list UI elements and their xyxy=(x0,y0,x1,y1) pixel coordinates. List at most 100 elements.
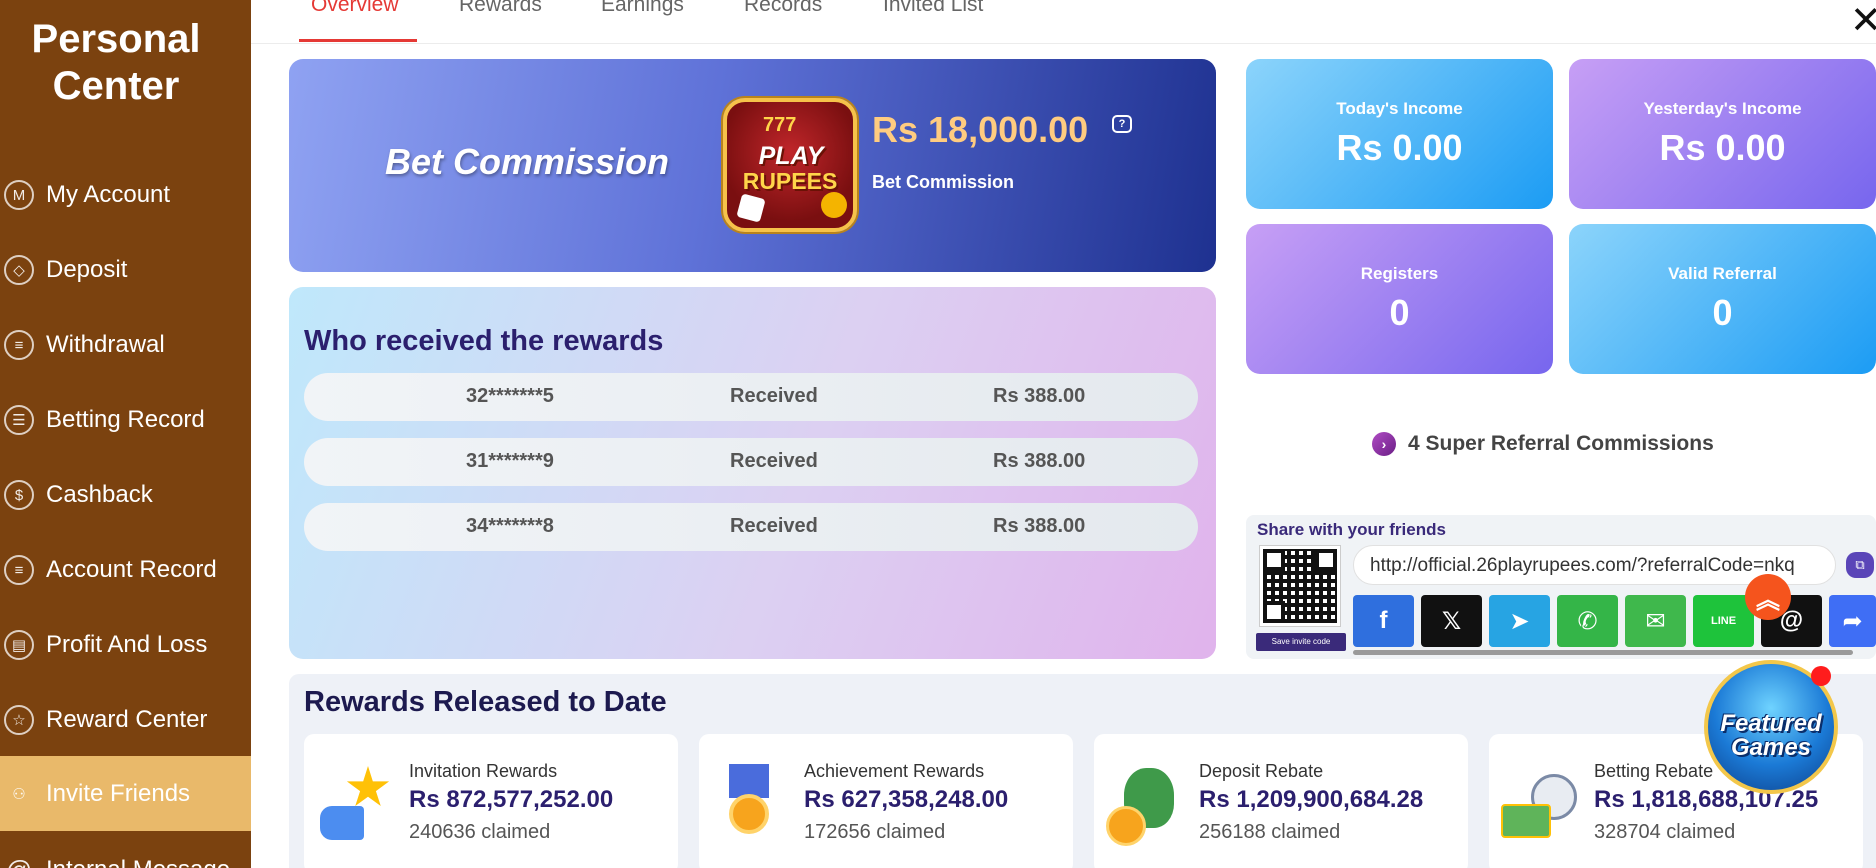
sidebar-item-cashback[interactable]: $ Cashback xyxy=(0,464,251,526)
stat-yesterdays-income: Yesterday's Income Rs 0.00 xyxy=(1569,59,1876,209)
sidebar-item-profit-and-loss[interactable]: ▤ Profit And Loss xyxy=(0,614,251,676)
featured-games-label: Featured Games xyxy=(1720,710,1822,761)
reward-card-deposit-rebate: Deposit Rebate Rs 1,209,900,684.28 25618… xyxy=(1094,734,1468,868)
sidebar-item-label: Invite Friends xyxy=(46,779,191,807)
soccer-ball-cash-icon xyxy=(1497,762,1583,848)
sidebar-item-label: Betting Record xyxy=(46,406,205,433)
tab-overview[interactable]: Overview xyxy=(299,0,417,42)
withdrawal-icon: ≡ xyxy=(4,330,34,360)
reward-amount: Rs 627,358,248.00 xyxy=(804,786,1009,813)
row-amount: Rs 388.00 xyxy=(993,515,1086,537)
sidebar-item-internal-message[interactable]: @ Internal Message xyxy=(0,839,251,868)
stat-value: 0 xyxy=(1712,292,1733,333)
tab-records[interactable]: Records xyxy=(744,0,822,42)
sidebar-item-withdrawal[interactable]: ≡ Withdrawal xyxy=(0,314,251,376)
tab-rewards[interactable]: Rewards xyxy=(459,0,542,42)
sidebar-title: Personal Center xyxy=(31,17,201,108)
share-icon[interactable]: ➦ xyxy=(1829,595,1876,647)
whatsapp-icon[interactable]: ✆ xyxy=(1557,595,1618,647)
reward-label: Invitation Rewards xyxy=(409,761,558,781)
stat-todays-income: Today's Income Rs 0.00 xyxy=(1246,59,1553,209)
row-status: Received xyxy=(730,515,818,537)
deposit-icon: ◇ xyxy=(4,255,34,285)
play-rupees-logo: 777 PLAY RUPEES xyxy=(723,98,857,232)
stat-value: Rs 0.00 xyxy=(1336,127,1463,168)
star-hand-icon xyxy=(312,762,398,848)
reward-card-achievement: Achievement Rewards Rs 627,358,248.00 17… xyxy=(699,734,1073,868)
rewards-released-section: Rewards Released to Date Invitation Rewa… xyxy=(289,674,1876,868)
stat-label: Valid Referral xyxy=(1668,264,1777,283)
reward-card-invitation: Invitation Rewards Rs 872,577,252.00 240… xyxy=(304,734,678,868)
money-bag-icon: $ xyxy=(4,480,34,510)
stat-label: Registers xyxy=(1360,264,1439,283)
reward-amount: Rs 872,577,252.00 xyxy=(409,786,614,813)
at-sign-icon: @ xyxy=(4,855,34,868)
record-icon: ≡ xyxy=(4,555,34,585)
sidebar-item-label: Cashback xyxy=(46,481,153,508)
tab-invited-list[interactable]: Invited List xyxy=(883,0,983,42)
row-user: 32*******5 xyxy=(466,385,554,407)
stat-value: Rs 0.00 xyxy=(1659,127,1786,168)
clipboard-icon: ☰ xyxy=(4,405,34,435)
sms-icon[interactable]: ✉ xyxy=(1625,595,1686,647)
sidebar-item-deposit[interactable]: ◇ Deposit xyxy=(0,239,251,301)
sidebar-item-label: Withdrawal xyxy=(46,331,165,358)
save-invite-code-button[interactable]: Save invite code xyxy=(1256,633,1346,651)
dice-icon xyxy=(736,193,766,223)
stat-registers: Registers 0 xyxy=(1246,224,1553,374)
star-icon: ☆ xyxy=(4,705,34,735)
super-referral-label: 4 Super Referral Commissions xyxy=(1408,432,1714,455)
help-icon[interactable]: ? xyxy=(1112,115,1132,133)
reward-claimed: 172656 claimed xyxy=(804,821,946,843)
close-icon[interactable]: ✕ xyxy=(1850,0,1876,43)
stat-label: Yesterday's Income xyxy=(1643,99,1802,118)
sidebar-item-reward-center[interactable]: ☆ Reward Center xyxy=(0,689,251,751)
reward-label: Betting Rebate xyxy=(1594,761,1714,781)
share-scrollbar[interactable] xyxy=(1353,650,1853,655)
sidebar: Personal Center M My Account ◇ Deposit ≡… xyxy=(0,0,251,868)
rewards-received-title: Who received the rewards xyxy=(304,325,664,357)
sidebar-item-invite-friends[interactable]: ⚇ Invite Friends xyxy=(0,756,251,831)
telegram-icon[interactable]: ➤ xyxy=(1489,595,1550,647)
medal-icon xyxy=(707,762,793,848)
bet-commission-amount: Rs 18,000.00 xyxy=(872,109,1089,150)
row-user: 34*******8 xyxy=(466,515,554,537)
sidebar-item-label: Profit And Loss xyxy=(46,631,208,658)
account-icon: M xyxy=(4,180,34,210)
qr-finder xyxy=(1315,549,1337,571)
facebook-icon[interactable]: f xyxy=(1353,595,1414,647)
chevron-right-icon: › xyxy=(1372,432,1396,456)
sidebar-item-account-record[interactable]: ≡ Account Record xyxy=(0,539,251,601)
sidebar-item-label: Account Record xyxy=(46,556,217,583)
sidebar-item-label: My Account xyxy=(46,181,171,208)
table-row: 34*******8 Received Rs 388.00 xyxy=(304,503,1198,551)
stat-value: 0 xyxy=(1389,292,1410,333)
notification-dot xyxy=(1811,666,1831,686)
sidebar-item-label: Reward Center xyxy=(46,706,208,733)
reward-claimed: 240636 claimed xyxy=(409,821,551,843)
back-to-top-icon[interactable]: ︽ xyxy=(1745,574,1791,620)
reward-claimed: 328704 claimed xyxy=(1594,821,1736,843)
row-status: Received xyxy=(730,385,818,407)
row-status: Received xyxy=(730,450,818,472)
stat-valid-referral: Valid Referral 0 xyxy=(1569,224,1876,374)
sidebar-item-label: Deposit xyxy=(46,256,128,283)
bet-commission-title: Bet Commission xyxy=(385,141,670,182)
row-user: 31*******9 xyxy=(466,450,554,472)
logo-text-play: PLAY xyxy=(758,142,824,170)
share-title: Share with your friends xyxy=(1257,520,1446,539)
money-bag-icon xyxy=(1102,762,1188,848)
copy-icon[interactable]: ⧉ xyxy=(1846,552,1874,578)
qr-code-image xyxy=(1259,545,1341,627)
reward-amount: Rs 1,209,900,684.28 xyxy=(1199,786,1424,813)
reward-label: Achievement Rewards xyxy=(804,761,985,781)
rewards-received-card: Who received the rewards 32*******5 Rece… xyxy=(289,287,1216,659)
stat-label: Today's Income xyxy=(1336,99,1463,118)
super-referral-link[interactable]: › 4 Super Referral Commissions xyxy=(1372,432,1714,456)
row-amount: Rs 388.00 xyxy=(993,385,1086,407)
x-icon[interactable]: 𝕏 xyxy=(1421,595,1482,647)
sidebar-item-betting-record[interactable]: ☰ Betting Record xyxy=(0,389,251,451)
sidebar-item-my-account[interactable]: M My Account xyxy=(0,164,251,226)
tab-earnings[interactable]: Earnings xyxy=(601,0,684,42)
rewards-released-title: Rewards Released to Date xyxy=(304,686,667,718)
